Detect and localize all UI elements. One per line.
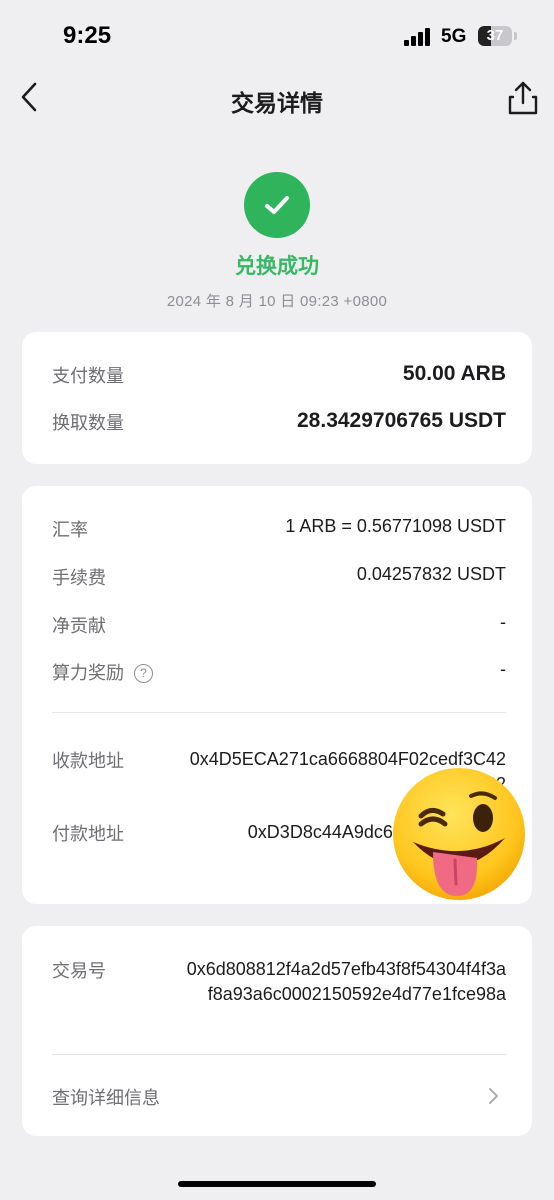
winking-tongue-emoji-sticker <box>393 768 525 900</box>
chevron-right-icon <box>489 1088 498 1104</box>
check-circle-icon <box>244 172 310 238</box>
rate-row: 汇率 1 ARB = 0.56771098 USDT <box>52 516 506 542</box>
reward-value: - <box>500 659 506 679</box>
tx-hash-label: 交易号 <box>52 961 106 981</box>
battery-tip <box>514 32 517 40</box>
battery-level: 37 <box>486 27 504 44</box>
nav-bar: 交易详情 <box>0 70 554 130</box>
details-divider <box>52 712 506 713</box>
fee-value: 0.04257832 USDT <box>356 564 506 584</box>
share-button[interactable] <box>504 79 542 117</box>
page-title: 交易详情 <box>231 90 323 116</box>
help-circle-icon[interactable]: ? <box>134 664 153 683</box>
net-contribution-label: 净贡献 <box>52 616 106 636</box>
fee-row: 手续费 0.04257832 USDT <box>52 564 506 590</box>
pay-amount-label: 支付数量 <box>52 366 124 386</box>
signal-icon <box>404 28 434 46</box>
view-details-label: 查询详细信息 <box>52 1088 160 1108</box>
status-time: 9:25 <box>63 22 112 49</box>
amounts-card <box>22 332 532 464</box>
view-details-row[interactable]: 查询详细信息 <box>52 1084 506 1110</box>
tx-divider <box>52 1054 506 1055</box>
receive-amount-value: 28.3429706765 USDT <box>297 409 506 432</box>
net-contribution-value: - <box>500 612 506 632</box>
net-contribution-row: 净贡献 - <box>52 612 506 638</box>
pay-amount-value: 50.00 ARB <box>402 362 506 385</box>
status-bar: 9:25 5G 37 <box>0 0 554 70</box>
reward-row: 算力奖励? - <box>52 659 506 685</box>
battery-icon: 37 <box>478 26 512 46</box>
receive-amount-row: 换取数量 28.3429706765 USDT <box>52 409 506 435</box>
tx-hash-value[interactable]: 0x6d808812f4a2d57efb43f8f54304f4f3af8a93… <box>186 957 506 1007</box>
pay-address-label: 付款地址 <box>52 824 124 844</box>
reward-label: 算力奖励 <box>52 663 124 683</box>
status-hero: 兑换成功 2024 年 8 月 10 日 09:23 +0800 <box>0 170 554 311</box>
pay-amount-row: 支付数量 50.00 ARB <box>52 362 506 388</box>
rate-value: 1 ARB = 0.56771098 USDT <box>285 516 506 536</box>
rate-label: 汇率 <box>52 520 88 540</box>
receive-amount-label: 换取数量 <box>52 413 124 433</box>
share-icon <box>508 81 538 115</box>
home-indicator <box>178 1181 376 1187</box>
tx-hash-row: 交易号 0x6d808812f4a2d57efb43f8f54304f4f3af… <box>52 957 506 1037</box>
receive-address-label: 收款地址 <box>52 751 124 771</box>
network-type: 5G <box>441 26 467 47</box>
swap-status: 兑换成功 <box>235 255 319 278</box>
transaction-time: 2024 年 8 月 10 日 09:23 +0800 <box>166 293 388 310</box>
fee-label: 手续费 <box>52 568 106 588</box>
